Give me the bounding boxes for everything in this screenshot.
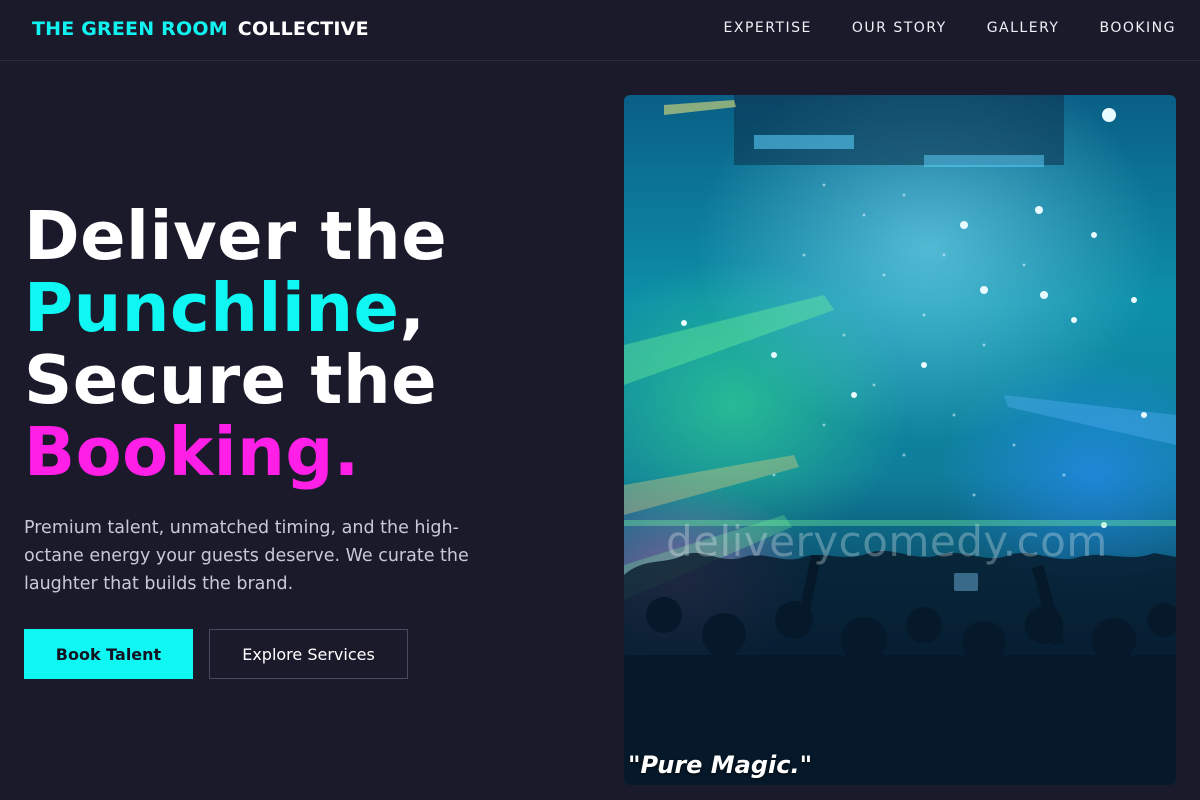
confetti: [772, 183, 1066, 497]
hero-description: Premium talent, unmatched timing, and th…: [24, 518, 469, 594]
nav-link-expertise[interactable]: EXPERTISE: [724, 20, 812, 36]
headline-line-2: Punchline,: [24, 272, 584, 344]
nav-link-booking[interactable]: BOOKING: [1099, 20, 1176, 36]
explore-services-button[interactable]: Explore Services: [209, 629, 408, 679]
logo-rest-text: COLLECTIVE: [237, 18, 369, 40]
headline-comma: ,: [399, 269, 426, 347]
photo-caption: "Pure Magic.": [628, 751, 813, 779]
nav-link-our-story[interactable]: OUR STORY: [852, 20, 947, 36]
hero-photo-concert: deliverycomedy.com "Pure Magic.": [624, 95, 1176, 785]
page: THE GREEN ROOM COLLECTIVE EXPERTISE OUR S…: [0, 0, 1200, 800]
headline-line-1: Deliver the: [24, 197, 448, 275]
headline-punchline: Punchline: [24, 269, 400, 347]
main-nav: EXPERTISE OUR STORY GALLERY BOOKING: [684, 20, 1176, 36]
logo-accent-text: THE GREEN ROOM: [32, 18, 228, 40]
stage-truss-light-2: [924, 155, 1044, 167]
crowd-silhouettes: [624, 550, 1176, 785]
site-logo[interactable]: THE GREEN ROOM COLLECTIVE: [32, 18, 369, 40]
hero-headline: Deliver the Punchline, Secure the Bookin…: [24, 200, 584, 488]
photo-watermark: deliverycomedy.com: [666, 517, 1108, 566]
headline-booking: Booking.: [24, 413, 360, 491]
book-talent-button[interactable]: Book Talent: [24, 629, 193, 679]
stage-rigging: [734, 95, 1064, 165]
top-nav-bar: THE GREEN ROOM COLLECTIVE EXPERTISE OUR S…: [0, 0, 1200, 61]
raised-phone: [954, 573, 978, 591]
stage-truss-light-1: [754, 135, 854, 149]
concert-illustration: [624, 95, 1176, 785]
nav-link-gallery[interactable]: GALLERY: [987, 20, 1060, 36]
headline-line-3: Secure the: [24, 341, 438, 419]
